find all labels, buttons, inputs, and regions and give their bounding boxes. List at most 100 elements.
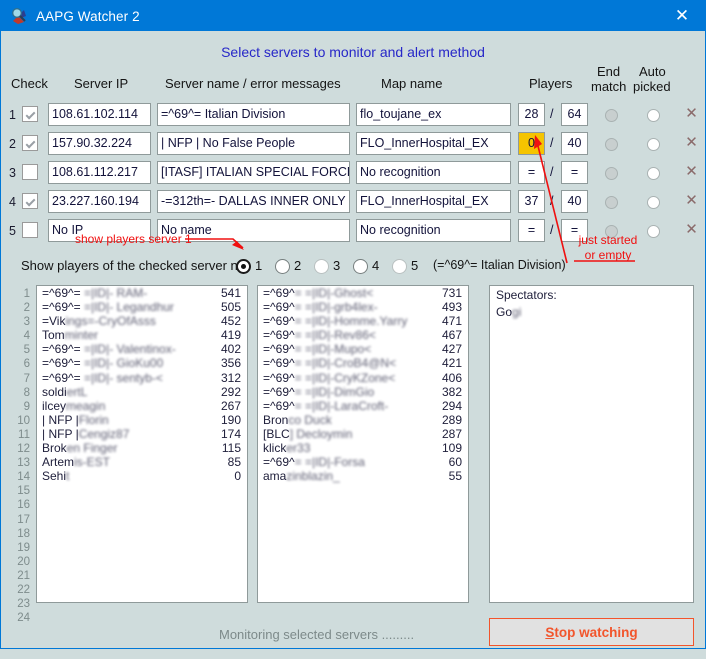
players-panel-2[interactable]: =^69^= =|ID|-Ghost< 731 =^69^= =|ID|-grb4l…: [257, 285, 469, 603]
player-name: Artemis-EST: [42, 455, 111, 470]
annotation-show-players: show players server 1: [75, 232, 192, 246]
header-server-name: Server name / error messages: [165, 76, 341, 91]
server-ip-input[interactable]: 108.61.112.217: [48, 161, 151, 184]
line-number: 6: [23, 358, 30, 371]
player-name: klicker33: [263, 441, 311, 456]
auto-picked-radio[interactable]: [647, 196, 660, 209]
table-row: 2 157.90.32.224 | NFP | No False People FLO…: [1, 131, 705, 160]
players-panel-1[interactable]: =^69^= =|ID|- RAM- 541 =^69^= =|ID|- Legan…: [36, 285, 248, 603]
stop-watching-button[interactable]: Stop watching: [489, 618, 694, 646]
players-max-input[interactable]: 40: [561, 190, 588, 213]
delete-row-icon[interactable]: ✕: [684, 193, 699, 209]
end-match-radio[interactable]: [605, 196, 618, 209]
end-match-radio[interactable]: [605, 167, 618, 180]
list-item: ilceymeagin 267: [37, 399, 247, 413]
auto-picked-radio[interactable]: [647, 167, 660, 180]
map-name-input[interactable]: FLO_InnerHospital_EX: [356, 190, 511, 213]
server-radio-5[interactable]: [392, 259, 407, 274]
player-name: Tomminter: [42, 328, 99, 343]
player-score: 0: [234, 469, 241, 484]
player-score: 452: [220, 314, 241, 329]
server-name-input[interactable]: [ITASF] ITALIAN SPECIAL FORCES: [157, 161, 350, 184]
server-ip-input[interactable]: 23.227.160.194: [48, 190, 151, 213]
auto-picked-radio[interactable]: [647, 225, 660, 238]
player-name: Sehit: [42, 469, 70, 484]
server-radio-label-1: 1: [255, 258, 263, 273]
players-current-input[interactable]: 28: [518, 103, 545, 126]
player-score: 493: [441, 300, 462, 315]
player-score: 85: [227, 455, 241, 470]
delete-row-icon[interactable]: ✕: [684, 106, 699, 122]
row-checkbox[interactable]: [22, 106, 38, 122]
player-name-blurred: = =|ID|-DimGio: [294, 384, 375, 399]
list-item: | NFP | Florin 190: [37, 413, 247, 427]
player-score: 312: [220, 370, 241, 385]
player-score: 55: [448, 469, 462, 484]
header-end-match-2: match: [591, 79, 627, 94]
list-item: =^69^= =|ID|- sentyb-< 312: [37, 371, 247, 385]
map-name-input[interactable]: No recognition: [356, 219, 511, 242]
spectator-name-blurred: gi: [512, 304, 522, 319]
player-name-blurred: ings=-CryOfAsss: [65, 314, 156, 329]
player-name: =^69^= =|ID|-CroB4@N<: [263, 356, 397, 371]
player-name: | NFP | Cengiz87: [42, 426, 130, 441]
server-radio-1[interactable]: [236, 259, 251, 274]
row-checkbox[interactable]: [22, 164, 38, 180]
end-match-radio[interactable]: [605, 109, 618, 122]
row-checkbox[interactable]: [22, 222, 38, 238]
delete-row-icon[interactable]: ✕: [684, 164, 699, 180]
auto-picked-radio[interactable]: [647, 138, 660, 151]
players-current-input[interactable]: 0: [518, 132, 545, 155]
player-name-blurred: =|ID|- Valentinox-: [83, 342, 176, 357]
server-ip-input[interactable]: 108.61.102.114: [48, 103, 151, 126]
line-number: 10: [17, 414, 30, 427]
server-name-input[interactable]: | NFP | No False People: [157, 132, 350, 155]
players-current-input[interactable]: 37: [518, 190, 545, 213]
player-name: =^69^= =|ID|- GioKu00: [42, 356, 164, 371]
player-name-blurred: = =|ID|-Rev86<: [294, 328, 376, 343]
list-item: =^69^= =|ID|-CryKZone< 406: [258, 371, 468, 385]
spectators-panel[interactable]: Spectators: Gogi: [489, 285, 694, 603]
line-number: 2: [23, 302, 30, 315]
row-checkbox[interactable]: [22, 135, 38, 151]
end-match-radio[interactable]: [605, 138, 618, 151]
server-radio-3[interactable]: [314, 259, 329, 274]
close-icon[interactable]: ✕: [659, 1, 705, 31]
server-name-input[interactable]: =^69^= Italian Division: [157, 103, 350, 126]
player-name: =^69^= =|ID|-Ghost<: [263, 286, 374, 300]
players-max-input[interactable]: =: [561, 161, 588, 184]
server-name-input[interactable]: -=312th=- DALLAS INNER ONLY 1: [157, 190, 350, 213]
players-max-input[interactable]: 64: [561, 103, 588, 126]
player-name-blurred: Florin: [78, 412, 109, 427]
table-row: 1 108.61.102.114 =^69^= Italian Division fl…: [1, 102, 705, 131]
players-current-input[interactable]: =: [518, 219, 545, 242]
list-item: =^69^= =|ID|- GioKu00 356: [37, 356, 247, 370]
player-name-blurred: meagin: [66, 398, 106, 413]
page-title: Select servers to monitor and alert meth…: [221, 44, 485, 60]
stop-rest: top watching: [554, 624, 638, 640]
server-radio-2[interactable]: [275, 259, 290, 274]
delete-row-icon[interactable]: ✕: [684, 135, 699, 151]
player-name: =^69^= =|ID|- RAM-: [42, 286, 148, 300]
map-name-input[interactable]: flo_toujane_ex: [356, 103, 511, 126]
auto-picked-radio[interactable]: [647, 109, 660, 122]
map-name-input[interactable]: FLO_InnerHospital_EX: [356, 132, 511, 155]
player-name-blurred: minter: [64, 328, 99, 343]
players-max-input[interactable]: 40: [561, 132, 588, 155]
players-current-input[interactable]: =: [518, 161, 545, 184]
delete-row-icon[interactable]: ✕: [684, 222, 699, 238]
row-number: 1: [9, 108, 16, 122]
players-separator: /: [550, 194, 554, 208]
server-ip-input[interactable]: 157.90.32.224: [48, 132, 151, 155]
row-checkbox[interactable]: [22, 193, 38, 209]
line-number: 20: [17, 555, 30, 568]
player-name-blurred: = =|ID|-Mupo<: [294, 342, 372, 357]
player-score: 471: [441, 314, 462, 329]
server-radio-4[interactable]: [353, 259, 368, 274]
player-score: 190: [220, 412, 241, 427]
server-radio-label-4: 4: [372, 258, 380, 273]
list-item: =^69^= =|ID|-Forsa 60: [258, 455, 468, 469]
player-name-blurred: Cengiz87: [78, 426, 130, 441]
map-name-input[interactable]: No recognition: [356, 161, 511, 184]
table-row: 3 108.61.112.217 [ITASF] ITALIAN SPECIAL F…: [1, 160, 705, 189]
